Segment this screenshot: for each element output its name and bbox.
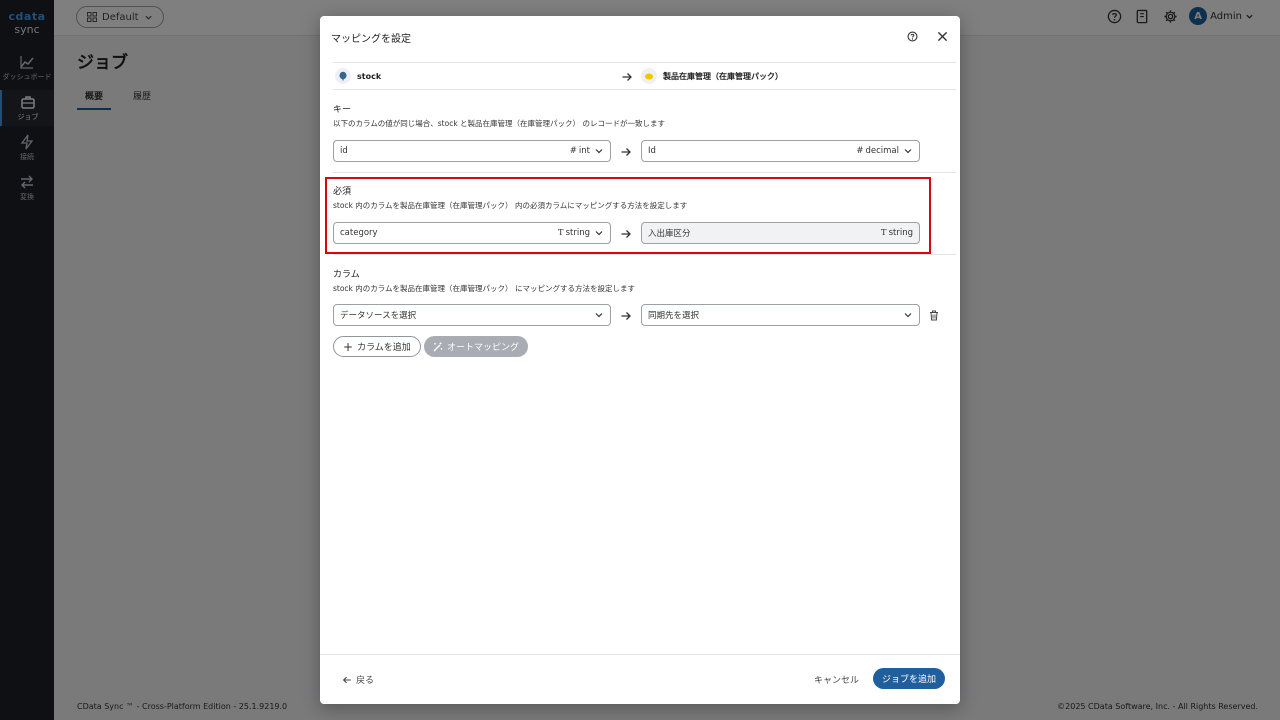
trash-icon[interactable] xyxy=(926,307,942,323)
plus-icon: + xyxy=(343,339,354,354)
arrow-right-icon xyxy=(622,73,632,81)
columns-section-title: カラム xyxy=(333,270,360,280)
chevron-down-icon xyxy=(904,313,912,318)
back-button[interactable]: 戻る xyxy=(342,673,374,686)
cancel-button[interactable]: キャンセル xyxy=(814,673,859,686)
key-source-select[interactable]: id # int xyxy=(333,140,611,162)
kintone-icon xyxy=(641,68,657,84)
arrow-left-icon xyxy=(342,676,351,683)
add-column-label: カラムを追加 xyxy=(357,343,411,353)
key-source-type: # int xyxy=(570,146,590,156)
divider xyxy=(333,254,956,255)
source-name: stock xyxy=(357,71,382,81)
key-dest-type: # decimal xyxy=(856,146,899,156)
column-source-placeholder: データソースを選択 xyxy=(340,311,417,321)
key-source-value: id xyxy=(340,146,348,156)
help-icon[interactable] xyxy=(904,28,920,44)
key-dest-type-label: decimal xyxy=(865,146,899,156)
arrow-right-icon xyxy=(621,148,631,156)
postgresql-icon xyxy=(335,68,351,84)
highlight-box xyxy=(325,177,931,254)
dialog-footer: 戻る キャンセル ジョブを追加 xyxy=(320,654,960,704)
back-label: 戻る xyxy=(356,676,375,686)
mapping-dialog: マッピングを設定 stock 製品在庫管理（在庫管理パック） キー 以下のカラム xyxy=(320,16,960,704)
auto-mapping-button[interactable]: オートマッピング xyxy=(424,336,529,357)
source-connection: stock xyxy=(335,68,381,84)
columns-section-desc: stock 内のカラムを製品在庫管理（在庫管理パック） にマッピングする方法を設… xyxy=(333,284,635,293)
number-icon: # xyxy=(569,146,577,156)
destination-name: 製品在庫管理（在庫管理パック） xyxy=(663,71,783,81)
column-source-select[interactable]: データソースを選択 xyxy=(333,304,611,326)
key-dest-select[interactable]: Id # decimal xyxy=(641,140,920,162)
chevron-down-icon xyxy=(904,149,912,154)
dialog-title: マッピングを設定 xyxy=(331,33,411,45)
chevron-down-icon xyxy=(595,313,603,318)
key-section-title: キー xyxy=(333,105,352,115)
destination-connection: 製品在庫管理（在庫管理パック） xyxy=(641,68,783,84)
key-dest-value: Id xyxy=(648,146,656,156)
column-dest-select[interactable]: 同期先を選択 xyxy=(641,304,920,326)
add-job-button[interactable]: ジョブを追加 xyxy=(873,668,946,689)
number-icon: # xyxy=(856,146,864,156)
arrow-right-icon xyxy=(621,312,631,320)
auto-mapping-label: オートマッピング xyxy=(447,343,520,353)
connection-bar: stock 製品在庫管理（在庫管理パック） xyxy=(333,62,956,90)
chevron-down-icon xyxy=(595,149,603,154)
close-icon[interactable] xyxy=(934,28,950,44)
dialog-header: マッピングを設定 xyxy=(320,16,960,58)
magic-wand-icon xyxy=(433,342,443,351)
add-column-button[interactable]: + カラムを追加 xyxy=(333,336,421,357)
column-dest-placeholder: 同期先を選択 xyxy=(648,311,700,321)
key-section-desc: 以下のカラムの値が同じ場合、stock と製品在庫管理（在庫管理パック） のレコ… xyxy=(333,119,665,128)
divider xyxy=(333,172,956,173)
key-source-type-label: int xyxy=(578,146,590,156)
